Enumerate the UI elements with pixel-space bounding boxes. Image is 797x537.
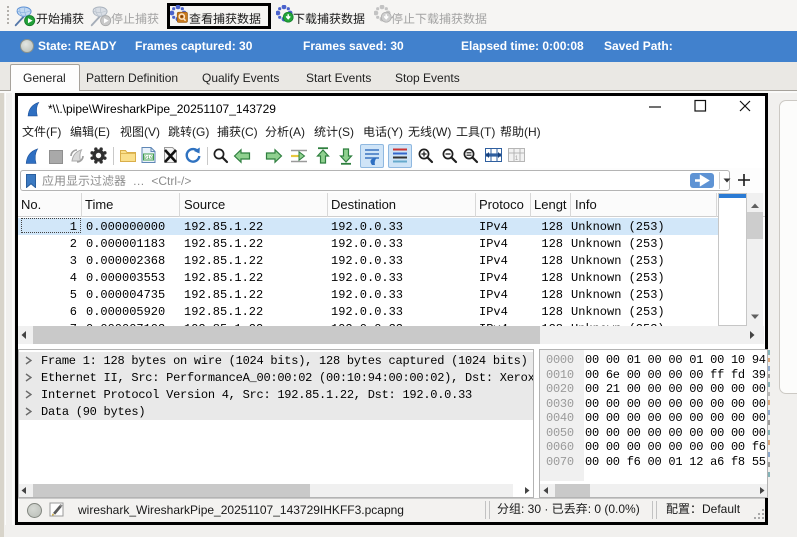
svg-text:010: 010 (144, 154, 154, 161)
svg-text:: 0 (0.0%): : 0 (0.0%) (588, 502, 640, 516)
svg-text:(V): (V) (144, 125, 160, 139)
svg-text:: 30 ·: : 30 · (521, 502, 552, 516)
svg-text:(W): (W) (432, 125, 451, 139)
svg-text:(S): (S) (338, 125, 354, 139)
svg-text:(H): (H) (524, 125, 541, 139)
svg-text:(T): (T) (480, 125, 495, 139)
svg-text:(E): (E) (94, 125, 110, 139)
svg-text:(A): (A) (289, 125, 305, 139)
svg-text:(G): (G) (192, 125, 209, 139)
svg-text:(Y): (Y) (387, 125, 403, 139)
svg-text:Default: Default (702, 502, 741, 516)
svg-text:… <Ctrl-/>: … <Ctrl-/> (126, 174, 191, 188)
svg-text:(C): (C) (241, 125, 258, 139)
svg-text:(F): (F) (46, 125, 61, 139)
